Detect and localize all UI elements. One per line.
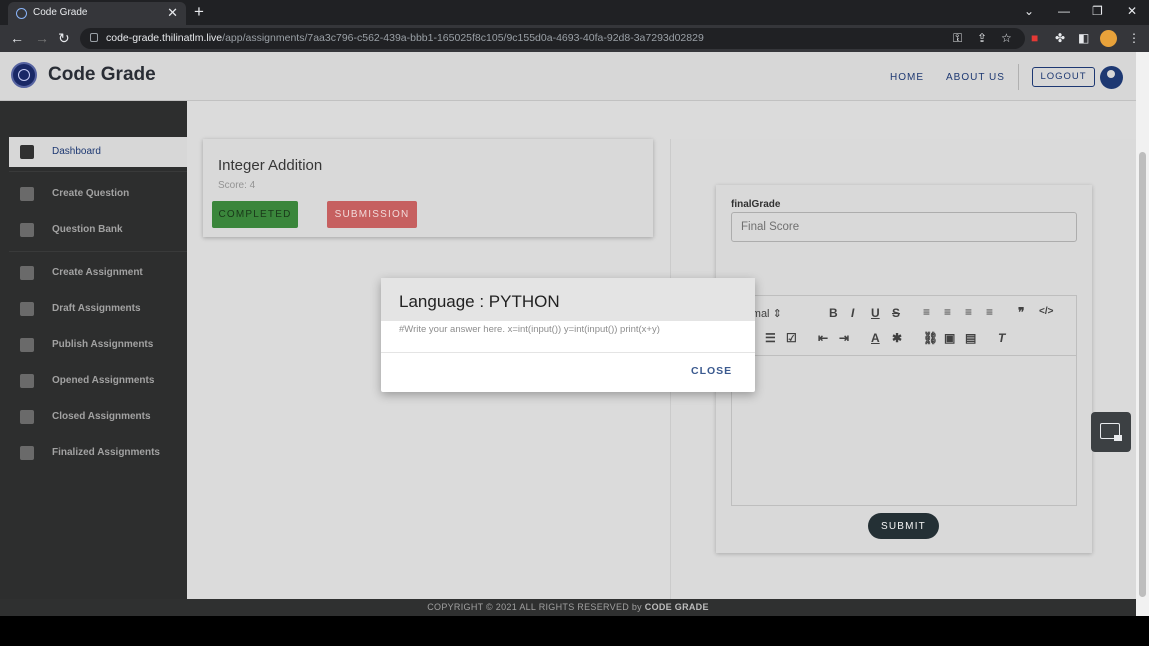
forward-icon[interactable]: →	[35, 30, 49, 46]
code-modal: Language : PYTHON #Write your answer her…	[381, 278, 755, 392]
window-close-icon[interactable]: ✕	[1127, 4, 1137, 18]
key-icon[interactable]: ⚿	[953, 31, 962, 46]
screen-bottom-bar	[0, 616, 1149, 646]
browser-profile-avatar[interactable]	[1100, 30, 1117, 47]
modal-title: Language : PYTHON	[399, 292, 560, 311]
close-button[interactable]: CLOSE	[691, 365, 732, 377]
extension-red-icon[interactable]: ■	[1031, 31, 1038, 45]
browser-tab-bar: Code Grade ✕ + ⌄ — ❐ ✕	[0, 0, 1149, 25]
minimize-icon[interactable]: —	[1058, 4, 1070, 18]
tab-title: Code Grade	[33, 7, 88, 18]
reload-icon[interactable]: ↻	[58, 30, 70, 47]
bookmark-star-icon[interactable]: ☆	[1001, 31, 1012, 45]
modal-header: Language : PYTHON	[381, 278, 755, 321]
sidepanel-icon[interactable]: ◧	[1078, 31, 1089, 45]
menu-kebab-icon[interactable]: ⋮	[1128, 31, 1140, 45]
picture-in-picture-icon[interactable]	[1091, 412, 1131, 452]
address-bar[interactable]: code-grade.thilinatlm.live/app/assignmen…	[80, 28, 1025, 49]
share-icon[interactable]: ⇪	[977, 31, 987, 45]
lock-icon	[90, 33, 98, 42]
new-tab-icon[interactable]: +	[194, 2, 204, 22]
footer-text: COPYRIGHT © 2021 ALL RIGHTS RESERVED by	[427, 602, 645, 612]
footer-brand: CODE GRADE	[644, 602, 709, 612]
restore-icon[interactable]: ❐	[1092, 4, 1103, 18]
tab-close-icon[interactable]: ✕	[167, 5, 178, 21]
favicon-icon	[16, 8, 27, 19]
modal-divider	[381, 352, 755, 353]
submitted-code: #Write your answer here. x=int(input()) …	[399, 324, 660, 335]
puzzle-icon[interactable]: ✤	[1055, 31, 1065, 45]
page-scrollbar[interactable]	[1136, 52, 1149, 616]
browser-toolbar: ← → ↻ code-grade.thilinatlm.live/app/ass…	[0, 25, 1149, 52]
back-icon[interactable]: ←	[10, 30, 24, 46]
url-text: code-grade.thilinatlm.live/app/assignmen…	[106, 32, 704, 44]
browser-tab[interactable]: Code Grade ✕	[8, 2, 186, 25]
footer: COPYRIGHT © 2021 ALL RIGHTS RESERVED by …	[0, 599, 1136, 616]
tab-search-icon[interactable]: ⌄	[1024, 4, 1034, 18]
scrollbar-thumb[interactable]	[1139, 152, 1146, 597]
